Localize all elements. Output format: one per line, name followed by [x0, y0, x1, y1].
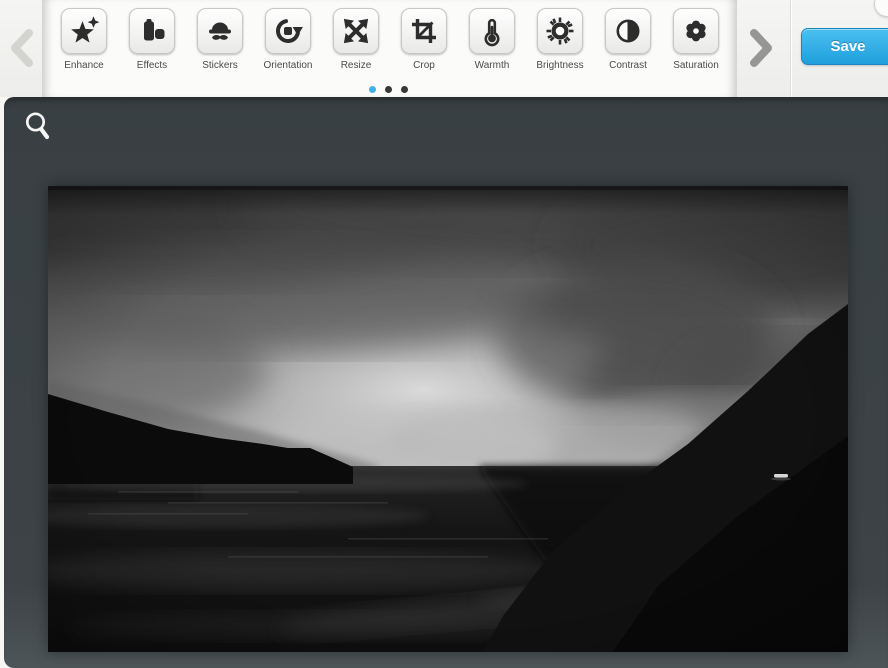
crop-button[interactable]	[401, 8, 447, 54]
saturation-button[interactable]	[673, 8, 719, 54]
chevron-right-icon	[745, 27, 775, 69]
enhance-icon	[68, 15, 100, 47]
tool-label: Warmth	[475, 60, 510, 71]
orientation-icon	[272, 15, 304, 47]
chevron-left-icon	[8, 27, 38, 69]
tool-label: Effects	[137, 60, 167, 71]
photo-editor-app: Enhance Effects	[0, 0, 888, 668]
effects-icon	[136, 15, 168, 47]
tool-strip: Enhance Effects	[42, 0, 737, 97]
pager-dot-2[interactable]	[385, 86, 392, 93]
next-tools-button[interactable]	[745, 27, 775, 69]
stickers-button[interactable]	[197, 8, 243, 54]
tool-brightness[interactable]: Brightness	[526, 8, 594, 71]
tool-contrast[interactable]: Contrast	[594, 8, 662, 71]
toolbar-pager	[369, 86, 417, 93]
brightness-icon	[544, 15, 576, 47]
resize-icon	[340, 15, 372, 47]
tool-enhance[interactable]: Enhance	[50, 8, 118, 71]
toolbar: Enhance Effects	[0, 0, 888, 97]
crop-icon	[408, 15, 440, 47]
warmth-button[interactable]	[469, 8, 515, 54]
tool-label: Contrast	[609, 60, 647, 71]
zoom-tool-button[interactable]	[24, 110, 52, 142]
tool-resize[interactable]: Resize	[322, 8, 390, 71]
tool-label: Saturation	[673, 60, 719, 71]
stickers-icon	[204, 15, 236, 47]
contrast-button[interactable]	[605, 8, 651, 54]
toolbar-divider	[790, 0, 791, 97]
save-button[interactable]: Save	[801, 28, 888, 65]
contrast-icon	[612, 15, 644, 47]
photo-being-edited	[48, 186, 848, 652]
corner-badge	[874, 0, 888, 17]
tool-label: Stickers	[202, 60, 238, 71]
tool-stickers[interactable]: Stickers	[186, 8, 254, 71]
tool-orientation[interactable]: Orientation	[254, 8, 322, 71]
brightness-button[interactable]	[537, 8, 583, 54]
prev-tools-button[interactable]	[8, 27, 38, 69]
enhance-button[interactable]	[61, 8, 107, 54]
tool-label: Resize	[341, 60, 372, 71]
tool-list: Enhance Effects	[50, 8, 730, 71]
magnifier-icon	[24, 110, 52, 142]
tool-label: Crop	[413, 60, 435, 71]
resize-button[interactable]	[333, 8, 379, 54]
landscape-photo-image	[48, 186, 848, 652]
effects-button[interactable]	[129, 8, 175, 54]
tool-crop[interactable]: Crop	[390, 8, 458, 71]
tool-effects[interactable]: Effects	[118, 8, 186, 71]
tool-label: Brightness	[536, 60, 583, 71]
tool-label: Enhance	[64, 60, 103, 71]
pager-dot-1[interactable]	[369, 86, 376, 93]
tool-saturation[interactable]: Saturation	[662, 8, 730, 71]
pager-dot-3[interactable]	[401, 86, 408, 93]
tool-warmth[interactable]: Warmth	[458, 8, 526, 71]
warmth-icon	[476, 15, 508, 47]
orientation-button[interactable]	[265, 8, 311, 54]
editor-canvas	[4, 97, 888, 668]
tool-label: Orientation	[264, 60, 313, 71]
saturation-icon	[680, 15, 712, 47]
